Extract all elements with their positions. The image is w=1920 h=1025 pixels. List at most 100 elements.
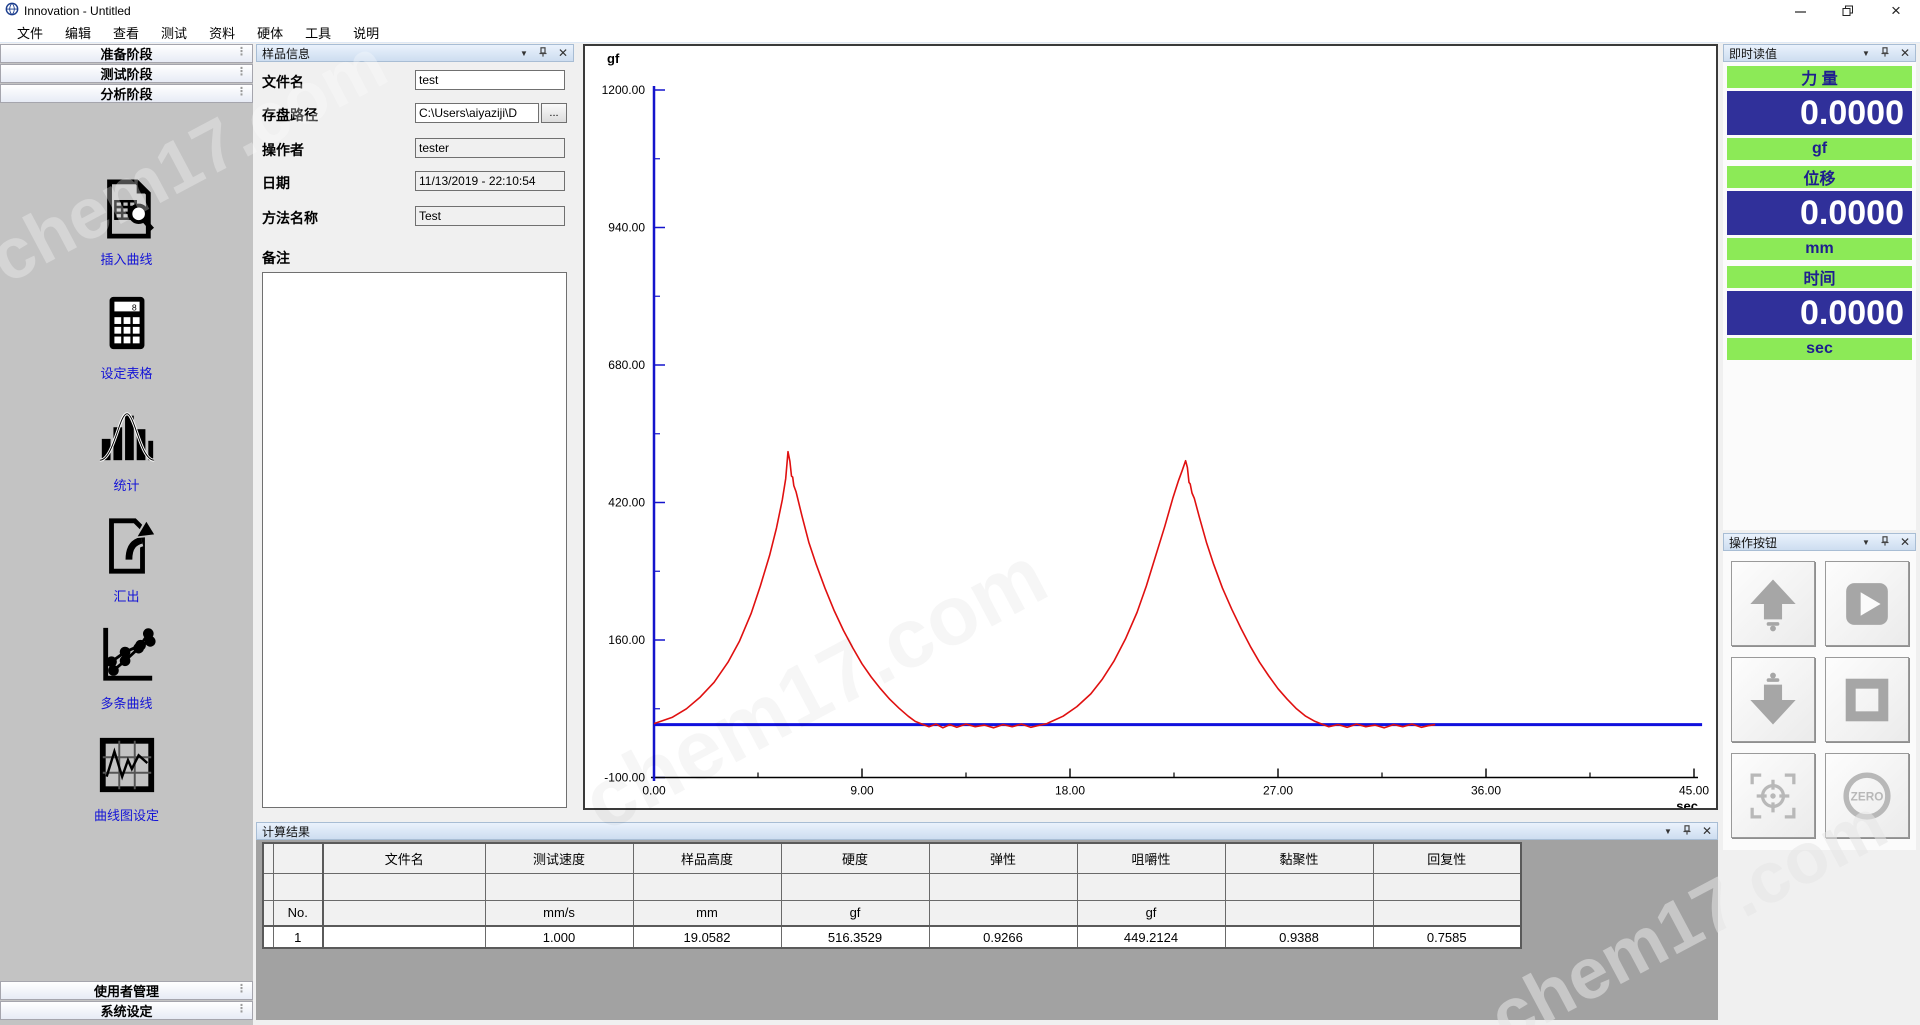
- chart-panel: -100.00160.00420.00680.00940.001200.000.…: [583, 44, 1718, 810]
- panel-pin-icon[interactable]: [1880, 46, 1890, 60]
- panel-close-icon[interactable]: ✕: [1900, 47, 1910, 59]
- action-jog-up-button[interactable]: [1731, 561, 1815, 646]
- readout-label-0: 力 量: [1727, 66, 1912, 88]
- notes-textarea[interactable]: [262, 272, 567, 808]
- field-input-0[interactable]: [415, 70, 565, 90]
- results-table: 文件名测试速度样品高度硬度弹性咀嚼性黏聚性回复性No.mm/smmgfgf1软糖…: [262, 842, 1522, 949]
- minimize-button[interactable]: [1776, 0, 1824, 22]
- sidebar-tab-stage-2-label: 分析阶段: [100, 84, 152, 103]
- panel-pin-icon[interactable]: [1682, 824, 1692, 838]
- col-header-4: 弹性: [929, 843, 1077, 873]
- panel-menu-icon[interactable]: ▼: [1862, 538, 1870, 547]
- sidebar-tab-stage-0[interactable]: 准备阶段⋮: [0, 44, 253, 63]
- sidebar-tab-bottom-1[interactable]: 系统设定⋮: [0, 1001, 253, 1020]
- result-cell-2[interactable]: 19.0582: [633, 926, 781, 948]
- title-bar: Innovation - Untitled ×: [0, 0, 1920, 22]
- action-zero-button[interactable]: ZERO: [1825, 753, 1909, 838]
- tool-export[interactable]: 汇出: [0, 515, 253, 605]
- menu-item-4[interactable]: 资料: [198, 21, 246, 44]
- tool-multi-curve[interactable]: 多条曲线: [0, 622, 253, 712]
- x-axis-unit-label: sec: [1676, 799, 1698, 809]
- action-jog-down-button[interactable]: [1731, 657, 1815, 742]
- tool-set-table[interactable]: 8设定表格: [0, 292, 253, 382]
- tool-chart-settings[interactable]: 曲线图设定: [0, 734, 253, 824]
- readout-group-1: 位移0.0000mm: [1727, 166, 1912, 260]
- no-column-header: No.: [273, 900, 323, 926]
- field-label-1: 存盘路径: [262, 105, 318, 125]
- tool-statistics[interactable]: 统计: [0, 404, 253, 494]
- menu-item-3[interactable]: 测试: [150, 21, 198, 44]
- panel-pin-icon[interactable]: [1880, 535, 1890, 549]
- action-target-button[interactable]: [1731, 753, 1815, 838]
- col-unit-5: gf: [1077, 900, 1225, 926]
- panel-pin-icon[interactable]: [538, 46, 548, 60]
- panel-menu-icon[interactable]: ▼: [520, 49, 528, 58]
- blank-cell: [273, 873, 323, 900]
- y-tick-label: 940.00: [608, 221, 645, 235]
- col-header-7: 回复性: [1373, 843, 1521, 873]
- run-icon: [1838, 575, 1896, 633]
- app-window: Innovation - Untitled × 文件编辑查看测试资料硬体工具说明…: [0, 0, 1920, 1025]
- field-input-4[interactable]: [415, 206, 565, 226]
- field-input-3[interactable]: [415, 171, 565, 191]
- row-marker-units: [263, 900, 273, 926]
- blank-cell: [633, 873, 781, 900]
- menu-item-7[interactable]: 说明: [342, 21, 390, 44]
- row-marker[interactable]: [263, 926, 273, 948]
- tool-insert-curve[interactable]: 插入曲线: [0, 178, 253, 268]
- sidebar-tab-stage-2[interactable]: 分析阶段⋮: [0, 84, 253, 103]
- sidebar-tab-stage-1[interactable]: 测试阶段⋮: [0, 64, 253, 83]
- x-tick-label: 0.00: [642, 784, 666, 798]
- tool-label-statistics: 统计: [0, 475, 253, 494]
- readout-value-1: 0.0000: [1727, 191, 1912, 235]
- action-stop-button[interactable]: [1825, 657, 1909, 742]
- result-cell-0[interactable]: 软糖_2: [323, 926, 485, 948]
- row-number[interactable]: 1: [273, 926, 323, 948]
- panel-menu-icon[interactable]: ▼: [1862, 49, 1870, 58]
- sidebar-bottom-tabs: 使用者管理⋮系统设定⋮: [0, 981, 253, 1021]
- result-cell-6[interactable]: 0.9388: [1225, 926, 1373, 948]
- browse-button[interactable]: ...: [541, 103, 567, 123]
- x-tick-label: 45.00: [1679, 784, 1709, 798]
- menu-item-5[interactable]: 硬体: [246, 21, 294, 44]
- readout-label-1: 位移: [1727, 166, 1912, 188]
- tab-grip-icon: ⋮: [236, 1004, 247, 1015]
- blank-cell: [1077, 873, 1225, 900]
- sidebar: 准备阶段⋮测试阶段⋮分析阶段⋮ 插入曲线8设定表格统计汇出多条曲线曲线图设定 使…: [0, 44, 253, 1025]
- result-cell-4[interactable]: 0.9266: [929, 926, 1077, 948]
- field-label-2: 操作者: [262, 140, 304, 160]
- jog-up-icon: [1744, 575, 1802, 633]
- panel-close-icon[interactable]: ✕: [558, 47, 568, 59]
- col-unit-4: [929, 900, 1077, 926]
- result-cell-7[interactable]: 0.7585: [1373, 926, 1521, 948]
- sample-info-title: 样品信息: [262, 45, 520, 62]
- panel-close-icon[interactable]: ✕: [1702, 825, 1712, 837]
- blank-cell: [323, 873, 485, 900]
- close-button[interactable]: ×: [1872, 0, 1920, 22]
- zero-icon: ZERO: [1838, 767, 1896, 825]
- menu-item-2[interactable]: 查看: [102, 21, 150, 44]
- result-cell-3[interactable]: 516.3529: [781, 926, 929, 948]
- field-input-1[interactable]: [415, 103, 539, 123]
- tab-grip-icon: ⋮: [236, 47, 247, 58]
- menu-item-0[interactable]: 文件: [6, 21, 54, 44]
- result-cell-1[interactable]: 1.000: [485, 926, 633, 948]
- blank-cell: [781, 873, 929, 900]
- tab-grip-icon: ⋮: [236, 67, 247, 78]
- readout-unit-2: sec: [1727, 338, 1912, 360]
- menu-item-6[interactable]: 工具: [294, 21, 342, 44]
- field-input-2[interactable]: [415, 138, 565, 158]
- panel-menu-icon[interactable]: ▼: [1664, 827, 1672, 836]
- panel-close-icon[interactable]: ✕: [1900, 536, 1910, 548]
- restore-button[interactable]: [1824, 0, 1872, 22]
- readout-group-2: 时间0.0000sec: [1727, 266, 1912, 360]
- menu-item-1[interactable]: 编辑: [54, 21, 102, 44]
- action-run-button[interactable]: [1825, 561, 1909, 646]
- blank-cell: [1225, 873, 1373, 900]
- tab-grip-icon: ⋮: [236, 984, 247, 995]
- sidebar-tab-bottom-0-label: 使用者管理: [94, 981, 159, 1000]
- result-cell-5[interactable]: 449.2124: [1077, 926, 1225, 948]
- svg-text:ZERO: ZERO: [1851, 790, 1884, 803]
- actions-panel: 操作按钮 ▼ ✕ ZERO: [1723, 533, 1916, 850]
- sidebar-tab-bottom-0[interactable]: 使用者管理 ⋮: [0, 981, 253, 1000]
